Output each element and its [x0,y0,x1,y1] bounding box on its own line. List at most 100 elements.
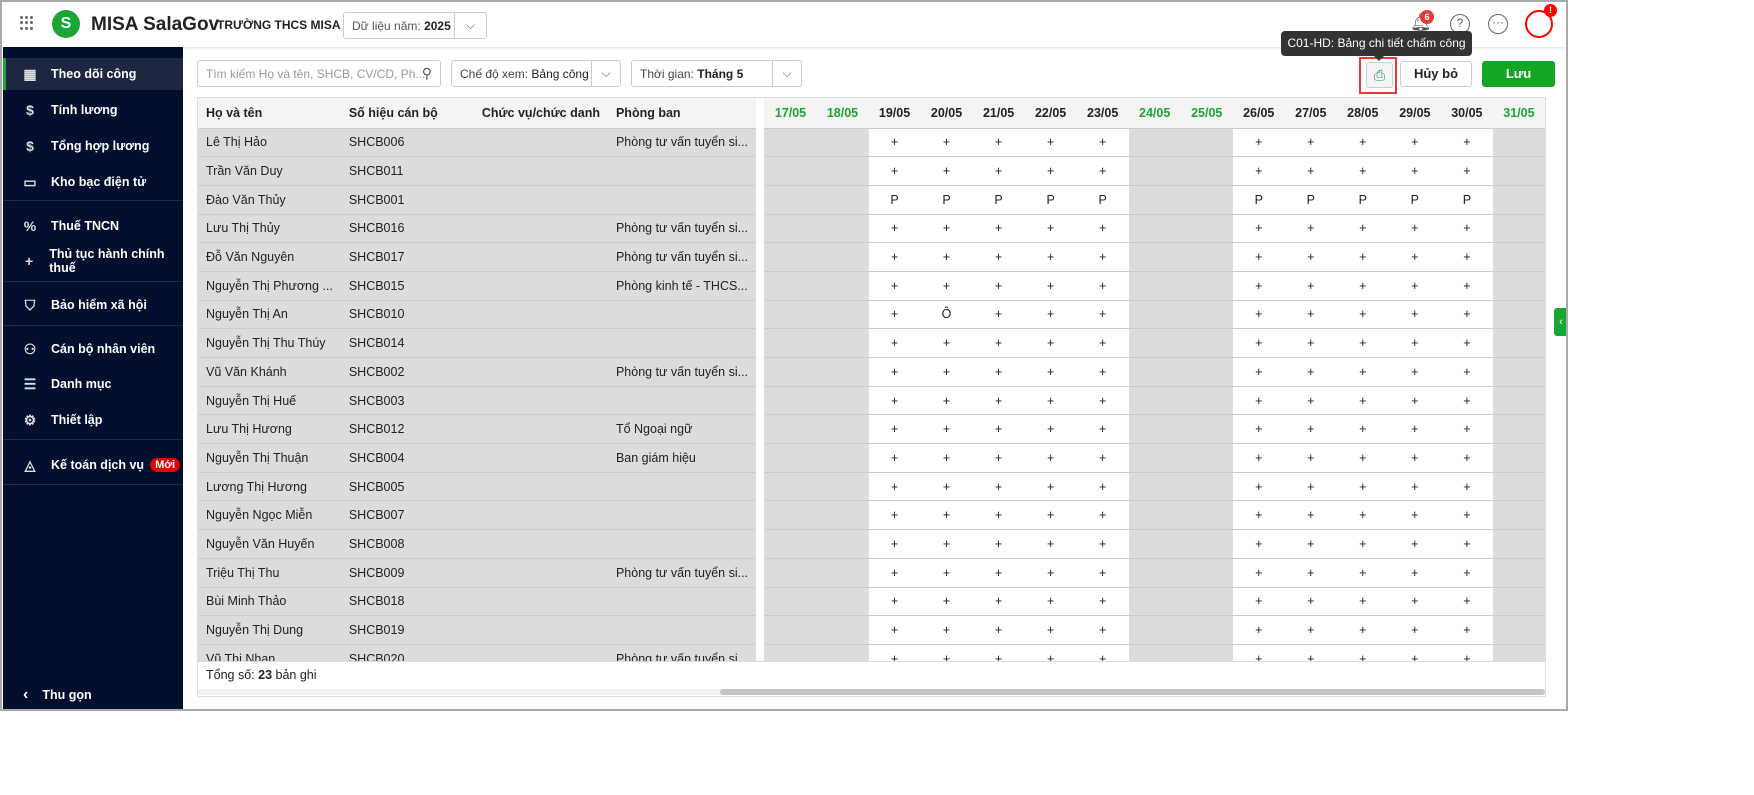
attendance-cell[interactable] [816,242,869,272]
attendance-cell[interactable]: + [1284,529,1337,559]
attendance-cell[interactable]: P [1336,185,1389,215]
attendance-cell[interactable] [816,414,869,445]
table-row[interactable]: Nguyễn Ngọc Miễn SHCB007 + + + + + + + + + + [198,500,1545,531]
attendance-cell[interactable] [816,615,869,645]
attendance-cell[interactable] [1492,414,1545,445]
attendance-cell[interactable] [1180,529,1233,559]
attendance-cell[interactable] [1128,443,1181,473]
attendance-cell[interactable] [1128,357,1181,387]
attendance-cell[interactable]: + [868,414,921,445]
attendance-cell[interactable]: + [1024,558,1077,588]
attendance-cell[interactable] [1180,472,1233,502]
attendance-cell[interactable]: + [1232,242,1285,272]
attendance-cell[interactable] [764,414,817,445]
attendance-cell[interactable] [764,357,817,387]
attendance-cell[interactable]: + [1232,529,1285,559]
attendance-cell[interactable]: + [1440,300,1493,330]
search-input[interactable]: Tìm kiếm Họ và tên, SHCB, CV/CD, Ph... ⚲ [197,60,441,87]
attendance-cell[interactable]: + [1440,558,1493,588]
sidebar-item[interactable]: ⚙ Thiết lập [3,404,183,436]
attendance-cell[interactable]: + [1024,357,1077,387]
attendance-cell[interactable] [1180,443,1233,473]
attendance-cell[interactable]: + [1076,386,1129,416]
attendance-cell[interactable]: + [1284,328,1337,358]
attendance-cell[interactable]: + [1388,357,1441,387]
attendance-cell[interactable]: + [1076,242,1129,272]
attendance-cell[interactable]: + [1388,414,1441,445]
attendance-cell[interactable]: + [1440,357,1493,387]
attendance-cell[interactable]: + [1336,242,1389,272]
attendance-cell[interactable]: + [1388,300,1441,330]
attendance-cell[interactable]: + [868,242,921,272]
attendance-cell[interactable]: + [1076,587,1129,617]
attendance-cell[interactable] [764,328,817,358]
attendance-cell[interactable]: + [1076,156,1129,186]
attendance-cell[interactable] [816,529,869,559]
attendance-cell[interactable]: + [1232,615,1285,645]
app-grid-icon[interactable] [20,16,34,30]
attendance-cell[interactable]: + [1336,328,1389,358]
attendance-cell[interactable]: + [868,128,921,158]
attendance-cell[interactable]: P [1024,185,1077,215]
attendance-cell[interactable]: + [1284,271,1337,301]
attendance-cell[interactable]: + [972,414,1025,445]
attendance-cell[interactable] [1128,558,1181,588]
sidebar-item[interactable]: ◬ Kế toán dịch vụ Mới [3,449,183,481]
attendance-cell[interactable]: + [1388,128,1441,158]
attendance-cell[interactable]: + [920,615,973,645]
attendance-cell[interactable]: + [1284,472,1337,502]
attendance-cell[interactable] [764,500,817,531]
attendance-cell[interactable]: + [1440,386,1493,416]
attendance-cell[interactable]: P [920,185,973,215]
attendance-cell[interactable]: + [1388,271,1441,301]
table-row[interactable]: Đào Văn Thủy SHCB001 P P P P P P P P P P [198,185,1545,215]
attendance-cell[interactable] [1180,156,1233,186]
attendance-cell[interactable] [1492,242,1545,272]
attendance-cell[interactable]: + [1440,328,1493,358]
attendance-cell[interactable]: + [868,357,921,387]
sidebar-item[interactable]: $ Tổng hợp lương [3,130,183,162]
attendance-cell[interactable]: + [1024,414,1077,445]
attendance-cell[interactable]: + [868,214,921,244]
attendance-cell[interactable] [764,128,817,158]
attendance-cell[interactable] [1128,587,1181,617]
attendance-cell[interactable]: + [972,357,1025,387]
attendance-cell[interactable]: + [1024,271,1077,301]
attendance-cell[interactable]: + [972,529,1025,559]
attendance-cell[interactable]: + [1024,443,1077,473]
attendance-cell[interactable] [1128,615,1181,645]
attendance-cell[interactable]: + [1232,500,1285,531]
attendance-cell[interactable] [764,271,817,301]
save-button[interactable]: Lưu [1482,61,1555,87]
table-row[interactable]: Nguyễn Thị Dung SHCB019 + + + + + + + + + + [198,615,1545,645]
attendance-cell[interactable]: + [1336,386,1389,416]
attendance-cell[interactable] [1180,328,1233,358]
attendance-cell[interactable]: + [1388,443,1441,473]
attendance-cell[interactable] [764,214,817,244]
attendance-cell[interactable]: + [868,300,921,330]
attendance-cell[interactable]: + [972,128,1025,158]
more-icon[interactable]: ··· [1488,14,1508,34]
attendance-cell[interactable]: + [1232,357,1285,387]
attendance-cell[interactable]: + [972,328,1025,358]
sidebar-item[interactable]: $ Tính lương [3,94,183,126]
attendance-cell[interactable]: + [1024,300,1077,330]
attendance-cell[interactable] [764,472,817,502]
attendance-cell[interactable] [816,386,869,416]
attendance-cell[interactable]: + [920,500,973,531]
attendance-cell[interactable]: + [1336,500,1389,531]
attendance-cell[interactable] [1492,587,1545,617]
horizontal-scrollbar[interactable] [198,689,1545,695]
table-row[interactable]: Lê Thị Hảo SHCB006 Phòng tư vấn tuyển si..… [198,128,1545,158]
attendance-cell[interactable] [1180,271,1233,301]
attendance-cell[interactable] [816,300,869,330]
table-row[interactable]: Nguyễn Thị An SHCB010 + Ô + + + + + + + + [198,300,1545,330]
attendance-cell[interactable]: + [1232,386,1285,416]
table-row[interactable]: Lương Thị Hương SHCB005 + + + + + + + + + + [198,472,1545,502]
attendance-cell[interactable]: + [1284,128,1337,158]
attendance-cell[interactable]: + [1076,271,1129,301]
attendance-cell[interactable] [1128,300,1181,330]
attendance-cell[interactable]: + [1232,414,1285,445]
attendance-cell[interactable]: + [1284,615,1337,645]
attendance-cell[interactable]: + [1232,300,1285,330]
